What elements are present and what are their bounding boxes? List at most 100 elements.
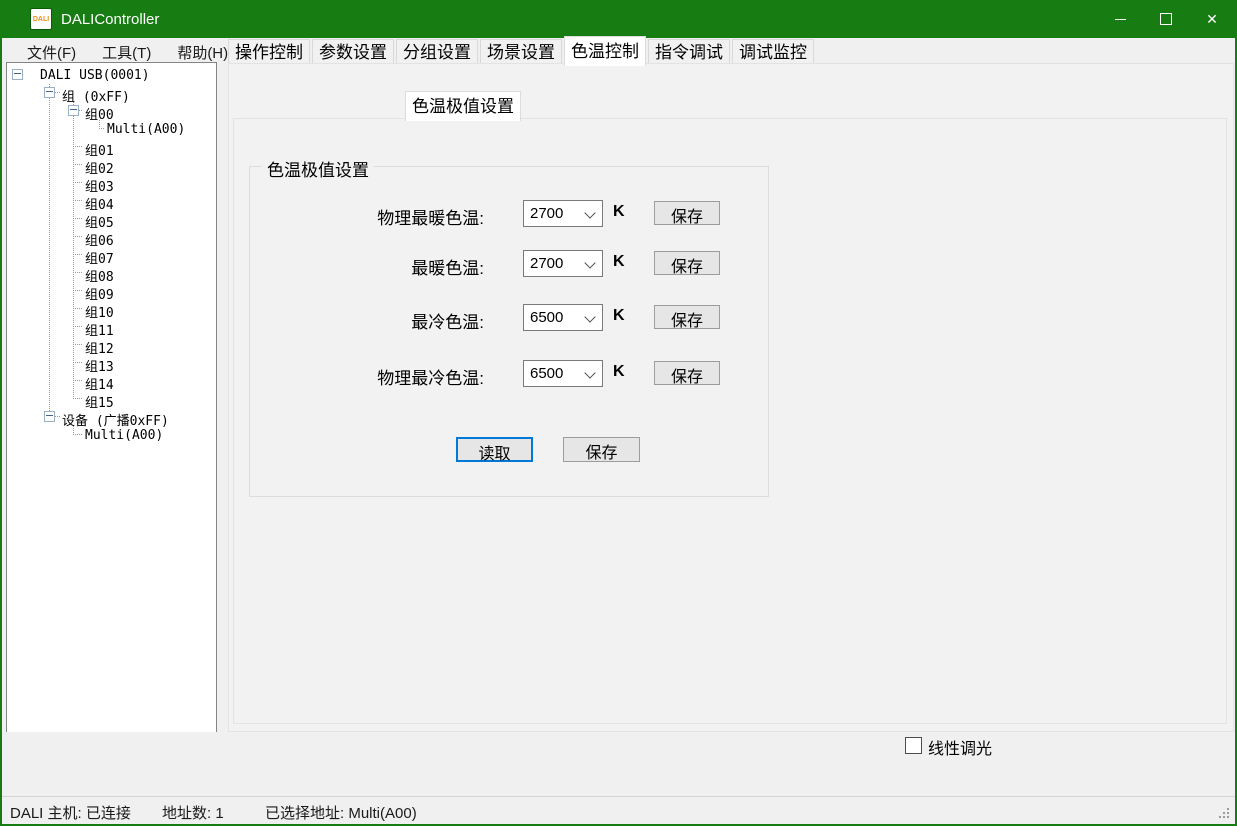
cct-value-combobox[interactable]: 2700 (523, 200, 603, 227)
main-tab-2[interactable]: 分组设置 (396, 39, 478, 65)
tree-guide (73, 326, 83, 327)
save-all-button[interactable]: 保存 (563, 437, 640, 462)
tree-guide (73, 398, 83, 399)
minimize-icon (1115, 19, 1126, 20)
tree-guide (73, 246, 74, 264)
tree-item[interactable]: 组03 (7, 174, 216, 192)
tree-item[interactable]: 组13 (7, 354, 216, 372)
tree-guide (73, 156, 74, 174)
tree-guide (73, 236, 83, 237)
cct-row: 最暖色温: 2700 K 保存 (250, 250, 768, 278)
tree-item[interactable]: 组10 (7, 300, 216, 318)
main-tab-0[interactable]: 操作控制 (228, 39, 310, 65)
chevron-down-icon (584, 257, 595, 268)
tree-guide (73, 192, 74, 210)
tree-item[interactable]: 组01 (7, 138, 216, 156)
tree-expand-box[interactable] (68, 105, 79, 116)
maximize-icon (1160, 13, 1172, 25)
cct-value-combobox[interactable]: 2700 (523, 250, 603, 277)
cct-value-combobox[interactable]: 6500 (523, 360, 603, 387)
tree-item[interactable]: 组12 (7, 336, 216, 354)
main-tab-1[interactable]: 参数设置 (312, 39, 394, 65)
tree-item[interactable]: 组09 (7, 282, 216, 300)
row-save-button[interactable]: 保存 (654, 361, 720, 385)
tree-expand-box[interactable] (44, 411, 55, 422)
tree-guide (73, 344, 83, 345)
sub-tab-page: 色温极值设置 物理最暖色温:2700K保存最暖色温:2700K保存最冷色温:65… (233, 118, 1227, 724)
tree-item[interactable]: Multi(A00) (7, 120, 216, 138)
read-button[interactable]: 读取 (456, 437, 533, 462)
tree-item[interactable]: 组07 (7, 246, 216, 264)
resize-grip[interactable] (1219, 808, 1231, 820)
tree-expand-box[interactable] (44, 87, 55, 98)
window-controls: ✕ (1097, 0, 1235, 38)
tree-item[interactable]: 组00 (7, 102, 216, 120)
chevron-down-icon (584, 367, 595, 378)
main-tab-3[interactable]: 场景设置 (480, 39, 562, 65)
tree-item[interactable]: 组11 (7, 318, 216, 336)
main-tab-5[interactable]: 指令调试 (648, 39, 730, 65)
unit-label: K (613, 307, 625, 325)
tree-guide (73, 434, 83, 435)
cct-row-label: 最暖色温: (411, 254, 484, 279)
tree-item[interactable]: 组 (0xFF) (7, 84, 216, 102)
unit-label: K (613, 253, 625, 271)
tree-guide (49, 282, 50, 300)
maximize-button[interactable] (1143, 0, 1189, 38)
minimize-button[interactable] (1097, 0, 1143, 38)
status-selected-address: 已选择地址: Multi(A00) (265, 802, 417, 823)
tree-guide (73, 282, 74, 300)
tree-item[interactable]: 组06 (7, 228, 216, 246)
main-tab-4[interactable]: 色温控制 (564, 36, 646, 66)
combobox-value: 6500 (530, 365, 563, 382)
cct-value-combobox[interactable]: 6500 (523, 304, 603, 331)
tree-guide (73, 318, 74, 336)
combobox-value: 2700 (530, 255, 563, 272)
tree-item[interactable]: 设备 (广播0xFF) (7, 408, 216, 426)
tree-guide (73, 354, 74, 372)
tree-item[interactable]: DALI USB(0001) (7, 66, 216, 84)
tree-guide (49, 210, 50, 228)
tree-guide (73, 308, 83, 309)
tree-guide (49, 354, 50, 372)
main-tab-6[interactable]: 调试监控 (732, 39, 814, 65)
row-save-button[interactable]: 保存 (654, 251, 720, 275)
tree-guide (49, 192, 50, 210)
tree-item[interactable]: 组02 (7, 156, 216, 174)
linear-dimming-checkbox[interactable] (905, 737, 922, 754)
status-host-connection: DALI 主机: 已连接 (10, 802, 131, 823)
unit-label: K (613, 363, 625, 381)
tree-item[interactable]: 组04 (7, 192, 216, 210)
tree-guide (73, 372, 74, 390)
tree-item[interactable]: 组08 (7, 264, 216, 282)
groupbox-title: 色温极值设置 (262, 156, 374, 181)
tree-item[interactable]: 组14 (7, 372, 216, 390)
tree-item[interactable]: 组05 (7, 210, 216, 228)
chevron-down-icon (584, 311, 595, 322)
tree-guide (49, 390, 50, 408)
tree-item-label: Multi(A00) (85, 428, 163, 443)
tree-guide (49, 156, 50, 174)
app-window: DALI DALIController ✕ 文件(F)工具(T)帮助(H) DA… (0, 0, 1237, 826)
tree-guide (49, 336, 50, 354)
sub-tab-2[interactable]: 色温极值设置 (405, 91, 521, 121)
tree-guide (49, 264, 50, 282)
row-save-button[interactable]: 保存 (654, 201, 720, 225)
tree-guide (73, 200, 83, 201)
tree-guide (73, 264, 74, 282)
tree-item[interactable]: 组15 (7, 390, 216, 408)
app-icon: DALI (30, 8, 52, 30)
tree-item[interactable]: Multi(A00) (7, 426, 216, 444)
tree-guide (73, 300, 74, 318)
title-bar[interactable]: DALI DALIController ✕ (2, 0, 1235, 38)
tree-guide (49, 102, 50, 120)
tree-guide (73, 272, 83, 273)
row-save-button[interactable]: 保存 (654, 305, 720, 329)
tree-guide (73, 380, 83, 381)
close-button[interactable]: ✕ (1189, 0, 1235, 38)
cct-row-label: 物理最冷色温: (377, 364, 484, 389)
status-address-count: 地址数: 1 (162, 802, 224, 823)
tree-guide (49, 228, 50, 246)
tree-expand-box[interactable] (12, 69, 23, 80)
tree-guide (49, 300, 50, 318)
